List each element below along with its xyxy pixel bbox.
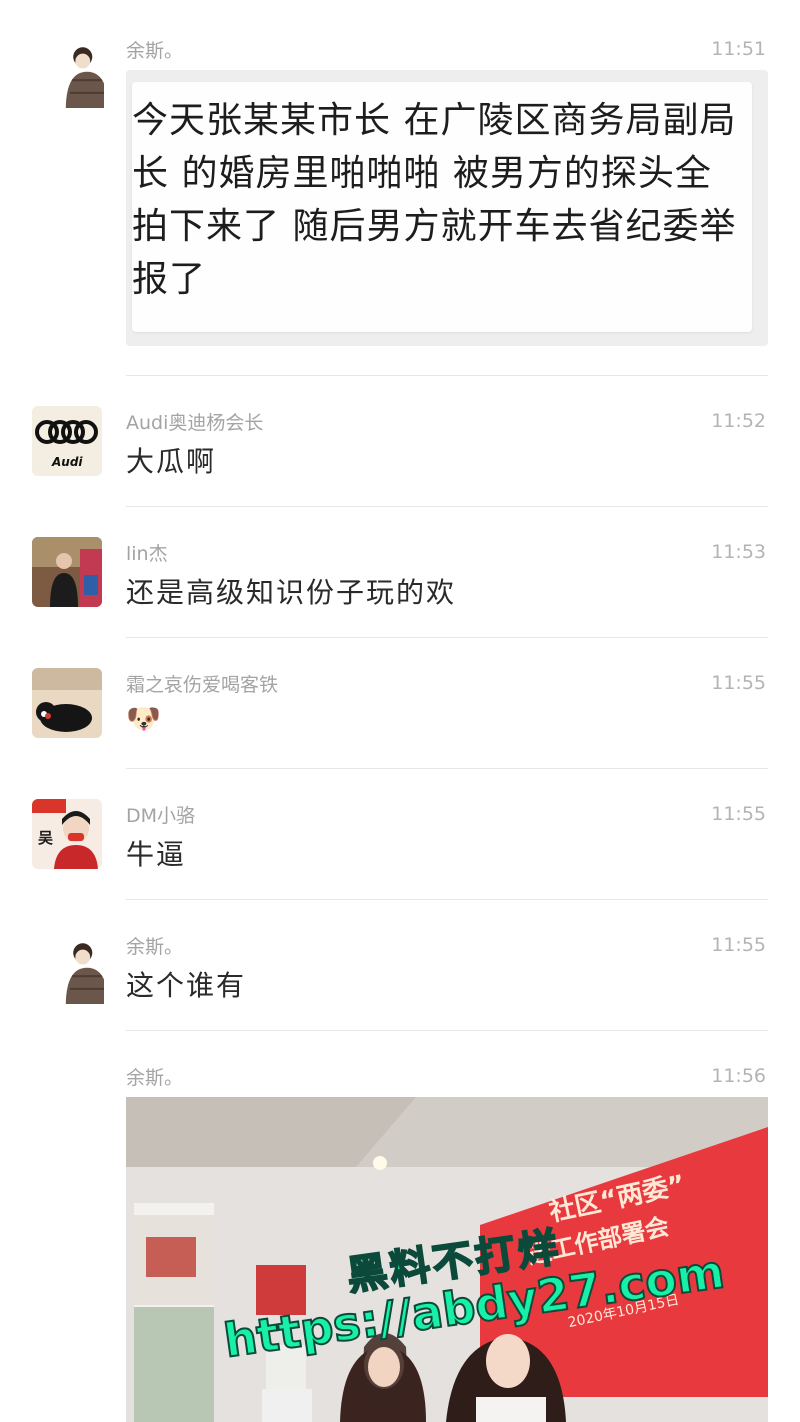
chat-message-2: Audi Audi奥迪杨会长 11:52 大瓜啊 (0, 376, 800, 507)
quoted-message-text: 今天张某某市长 在广陵区商务局副局长 的婚房里啪啪啪 被男方的探头全拍下来了 随… (132, 100, 737, 300)
chat-message-1: 余斯。 11:51 今天张某某市长 在广陵区商务局副局长 的婚房里啪啪啪 被男方… (0, 0, 800, 376)
message-photo[interactable]: 社区“两委” 选工作部署会 2020年10月15日 黑料不打烊 https://… (126, 1097, 768, 1422)
message-text: 牛逼 (126, 838, 187, 871)
audi-avatar-text: Audi (51, 455, 83, 469)
message-time: 11:51 (711, 38, 766, 60)
avatar-yusi[interactable] (52, 938, 104, 1004)
sender-name: 余斯。 (126, 40, 184, 62)
message-time: 11:56 (711, 1065, 766, 1087)
chat-message-6: 余斯。 11:55 这个谁有 (0, 900, 800, 1031)
message-text: 这个谁有 (126, 969, 247, 1002)
quoted-message-bubble: 今天张某某市长 在广陵区商务局副局长 的婚房里啪啪啪 被男方的探头全拍下来了 随… (132, 82, 752, 332)
sender-name: 霜之哀伤爱喝客铁 (126, 674, 279, 696)
message-time: 11:53 (711, 541, 766, 563)
avatar-kumamon-icon (32, 668, 102, 738)
avatar-audi[interactable]: Audi (32, 406, 102, 476)
doge-emoji: 🐶 (126, 702, 163, 735)
quoted-message-card[interactable]: 今天张某某市长 在广陵区商务局副局长 的婚房里啪啪啪 被男方的探头全拍下来了 随… (126, 70, 768, 346)
avatar-dm-icon: 吴 (32, 799, 102, 869)
message-text: 还是高级知识份子玩的欢 (126, 576, 457, 609)
sender-name: DM小骆 (126, 805, 196, 827)
avatar-lin[interactable] (32, 537, 102, 607)
sender-name: lin杰 (126, 543, 168, 565)
dm-avatar-badge: 吴 (38, 829, 53, 847)
sender-name: 余斯。 (126, 936, 184, 958)
message-time: 11:52 (711, 410, 766, 432)
chat-message-3: lin杰 11:53 还是高级知识份子玩的欢 (0, 507, 800, 638)
chat-message-5: 吴 DM小骆 11:55 牛逼 (0, 769, 800, 900)
message-time: 11:55 (711, 934, 766, 956)
avatar-yusi-icon (59, 42, 104, 108)
message-text: 大瓜啊 (126, 445, 217, 478)
chat-message-4: 霜之哀伤爱喝客铁 11:55 🐶 (0, 638, 800, 769)
avatar-dm[interactable]: 吴 (32, 799, 102, 869)
avatar-yusi-icon (59, 938, 104, 1004)
message-time: 11:55 (711, 803, 766, 825)
audi-rings-icon: Audi (32, 406, 102, 476)
message-time: 11:55 (711, 672, 766, 694)
sender-name: 余斯。 (126, 1067, 184, 1089)
avatar-lin-photo-icon (32, 537, 102, 607)
sender-name: Audi奥迪杨会长 (126, 412, 264, 434)
avatar-yusi[interactable] (52, 42, 104, 108)
avatar-shuang[interactable] (32, 668, 102, 738)
